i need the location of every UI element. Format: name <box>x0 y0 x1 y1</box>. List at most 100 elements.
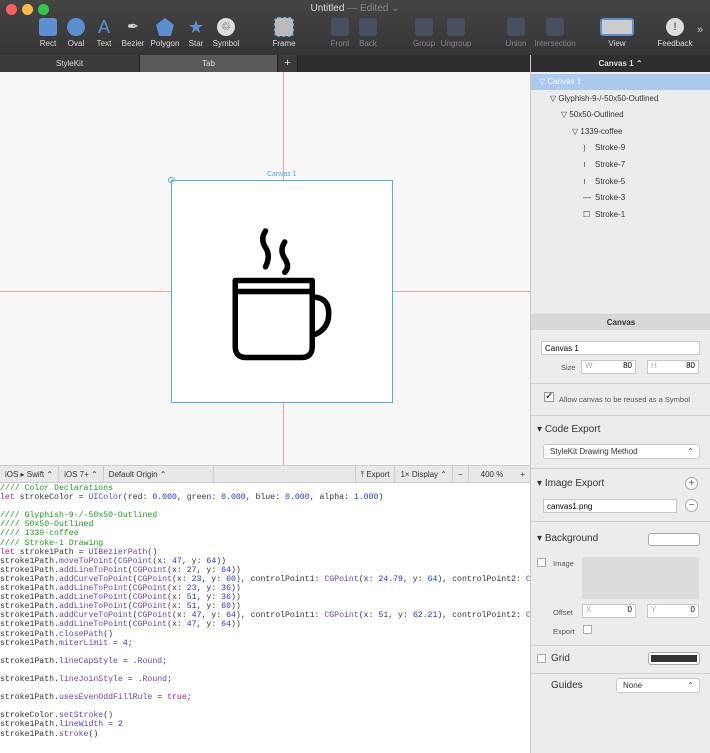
zoom-in-button[interactable]: + <box>515 466 530 482</box>
toolbar-back-button[interactable]: Back <box>343 18 393 48</box>
background-image-checkbox[interactable] <box>537 558 546 567</box>
grid-checkbox[interactable] <box>537 654 546 663</box>
add-tab-button[interactable]: + <box>278 55 298 72</box>
guides-select[interactable]: None ⌃ <box>616 678 700 693</box>
origin-handle[interactable] <box>168 177 174 183</box>
code-token: stroke1Path. <box>0 602 59 612</box>
canvas-name-field[interactable] <box>541 341 700 355</box>
code-token: , y: <box>201 611 227 621</box>
toolbar-view-button[interactable]: View <box>592 18 642 48</box>
layer-label: ▽ 50x50-Outlined <box>561 110 624 120</box>
toolbar-frame-button[interactable]: Frame <box>259 17 309 48</box>
version-select[interactable]: iOS 7+ ⌃ <box>59 466 104 482</box>
zoom-out-button[interactable]: − <box>453 466 469 482</box>
code-line: stroke1Path.usesEvenOddFillRule = true; <box>0 693 530 702</box>
image-export-toggle[interactable]: ▾ Image Export <box>537 478 604 489</box>
add-export-button[interactable]: + <box>685 477 698 490</box>
layer-item[interactable]: ▽ Glyphish-9-/-50x50-Outlined <box>531 91 710 107</box>
layer-item[interactable]: ▽ 1339-coffee <box>531 124 710 140</box>
toolbar-label: Back <box>359 39 377 48</box>
code-token: CGPoint <box>137 611 172 621</box>
code-token: (x: <box>167 593 187 603</box>
toolbar-ungroup-button[interactable]: Ungroup <box>431 18 481 48</box>
canvas-frame[interactable] <box>171 180 393 403</box>
image-well[interactable] <box>582 557 699 599</box>
grid-label: Grid <box>551 653 570 664</box>
layer-item[interactable]: ▽ Canvas 1 <box>531 74 710 90</box>
layer-item[interactable]: — Stroke-3 <box>531 190 710 206</box>
code-token: CGPoint <box>324 611 359 621</box>
height-field[interactable]: H 80 <box>647 360 699 374</box>
code-token: 23 <box>186 584 197 594</box>
toolbar-feedback-button[interactable]: ! Feedback <box>650 18 700 48</box>
code-token: )) <box>230 620 241 630</box>
layer-shape-icon: ≀ <box>583 176 586 186</box>
code-token: stroke <box>58 729 89 739</box>
code-token: 64 <box>221 620 231 630</box>
code-token: ), controlPoint1: <box>235 611 325 621</box>
drawing-canvas[interactable]: Canvas 1 <box>0 72 530 465</box>
window-title: Untitled — Edited ⌄ <box>0 3 710 14</box>
code-token: CGPoint <box>132 620 168 630</box>
code-token: CGPoint <box>117 556 153 566</box>
symbol-checkbox-label: Allow canvas to be reused as a Symbol <box>559 395 690 404</box>
code-token: ; <box>127 638 133 648</box>
code-token: (x: <box>167 602 187 612</box>
grid-color-well[interactable] <box>648 652 700 665</box>
code-token: let <box>0 493 15 503</box>
code-token: stroke1Path. <box>0 620 59 630</box>
layer-item[interactable]: ▽ 50x50-Outlined <box>531 107 710 123</box>
background-toggle[interactable]: ▾ Background <box>537 533 598 544</box>
code-token: , blue: <box>245 493 286 503</box>
image-export-file[interactable] <box>543 499 677 513</box>
layer-item[interactable]: ≀ Stroke-5 <box>531 174 710 190</box>
code-token: stroke1Path = <box>14 547 89 557</box>
code-token: (x: <box>172 611 192 621</box>
offset-x-field[interactable]: X0 <box>582 604 636 618</box>
toolbar-symbol-button[interactable]: ♲ Symbol <box>201 18 251 48</box>
code-line: let stroke1Path = UIBezierPath() <box>0 548 530 557</box>
background-color-well[interactable] <box>648 533 700 546</box>
code-view[interactable]: //// Color Declarations let strokeColor =… <box>0 483 530 753</box>
remove-export-button[interactable]: − <box>685 499 698 512</box>
code-token: 51 <box>378 611 389 621</box>
layer-item[interactable]: ⟯ Stroke-9 <box>531 140 710 156</box>
width-field[interactable]: W 80 <box>581 360 636 374</box>
code-token: stroke1Path. <box>0 729 59 739</box>
more-tools-button[interactable]: » <box>697 24 703 36</box>
code-token: stroke1Path. <box>0 693 59 703</box>
code-line: //// Glyphish-9-/-50x50-Outlined <box>0 511 530 520</box>
code-method-select[interactable]: StyleKit Drawing Method ⌃ <box>543 444 700 459</box>
code-token: let <box>0 547 15 557</box>
display-select[interactable]: 1× Display ⌃ <box>395 466 453 482</box>
language-select[interactable]: iOS ▸ Swift ⌃ <box>0 466 60 482</box>
code-line: stroke1Path.addLineToPoint(CGPoint(x: 23… <box>0 584 530 593</box>
toolbar-intersection-button[interactable]: Intersection <box>530 18 580 48</box>
export-checkbox[interactable] <box>583 625 592 634</box>
layer-item[interactable]: ≀ Stroke-7 <box>531 157 710 173</box>
canvas-selector[interactable]: Canvas 1 ⌃ <box>531 55 710 72</box>
feedback-icon: ! <box>666 18 684 36</box>
layer-item[interactable]: ☐ Stroke-1 <box>531 207 710 223</box>
code-token: //// Stroke-1 Drawing <box>0 538 104 548</box>
code-token: (x: <box>167 565 187 575</box>
code-token: stroke1Path. <box>0 565 59 575</box>
code-token: (x: <box>358 574 379 584</box>
code-token: )) <box>230 565 241 575</box>
origin-select[interactable]: Default Origin ⌃ <box>104 466 214 482</box>
offset-y-field[interactable]: Y0 <box>647 604 699 618</box>
layer-label: Stroke-1 <box>595 209 626 219</box>
tab-tab[interactable]: Tab <box>140 55 278 72</box>
code-token: )) <box>230 584 241 594</box>
zoom-level: 400 % <box>480 470 504 479</box>
code-token: ), controlPoint2: <box>437 574 526 584</box>
code-token: , y: <box>196 602 222 612</box>
export-label: Export <box>553 627 575 636</box>
code-token: usesEvenOddFillRule <box>58 693 153 703</box>
export-button[interactable]: ⤒ Export <box>354 466 396 482</box>
code-export-toggle[interactable]: ▾ Code Export <box>537 424 600 435</box>
tab-stylekit[interactable]: StyleKit <box>0 55 140 72</box>
code-token: = . <box>122 674 143 684</box>
symbol-checkbox[interactable]: ✓ <box>544 392 554 402</box>
